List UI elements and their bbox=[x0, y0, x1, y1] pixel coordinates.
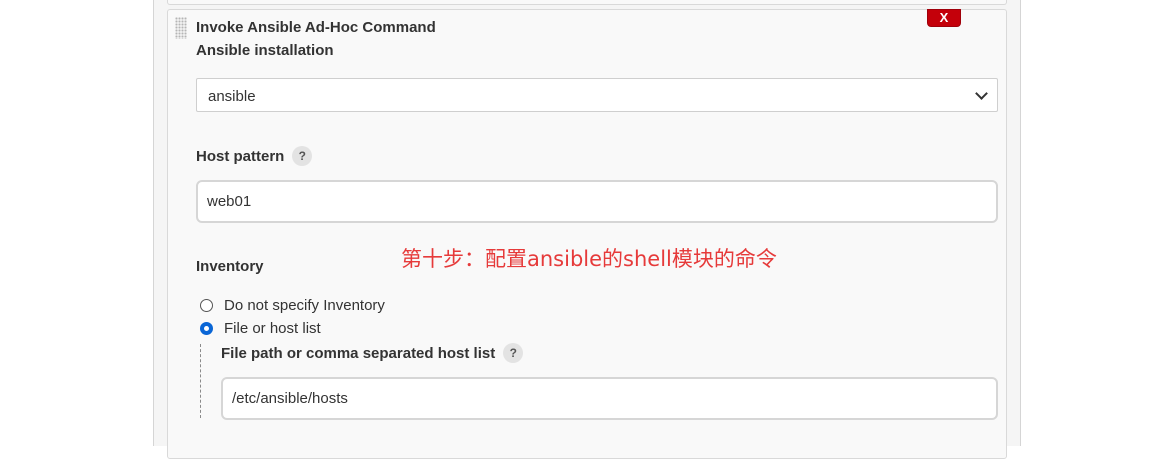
drag-handle-icon[interactable] bbox=[175, 17, 187, 39]
radio-button-checked[interactable] bbox=[200, 321, 213, 335]
host-pattern-label-row: Host pattern? bbox=[196, 146, 313, 166]
host-pattern-input[interactable] bbox=[196, 180, 998, 223]
ansible-installation-select[interactable]: ansible bbox=[196, 78, 998, 112]
help-icon[interactable]: ? bbox=[503, 343, 524, 363]
annotation-text: 第十步：配置ansible的shell模块的命令 bbox=[401, 247, 777, 271]
file-path-input[interactable] bbox=[221, 377, 998, 420]
help-icon[interactable]: ? bbox=[292, 146, 313, 166]
radio-label: File or host list bbox=[224, 319, 321, 337]
nested-section-border bbox=[200, 344, 201, 418]
step-title: Invoke Ansible Ad-Hoc Command bbox=[196, 19, 436, 36]
radio-button-unchecked[interactable] bbox=[200, 298, 213, 312]
radio-label: Do not specify Inventory bbox=[224, 296, 385, 314]
ansible-installation-label: Ansible installation bbox=[196, 42, 334, 59]
inventory-label: Inventory bbox=[196, 258, 264, 275]
delete-step-button[interactable]: X bbox=[927, 9, 961, 27]
previous-step-block bbox=[167, 0, 1007, 5]
file-path-label-row: File path or comma separated host list? bbox=[221, 343, 524, 363]
radio-option-file-or-host-list[interactable]: File or host list bbox=[200, 319, 321, 337]
radio-option-no-inventory[interactable]: Do not specify Inventory bbox=[200, 296, 385, 314]
file-path-label: File path or comma separated host list bbox=[221, 345, 496, 362]
host-pattern-label: Host pattern bbox=[196, 148, 285, 165]
ansible-installation-value: ansible bbox=[208, 88, 256, 105]
chevron-down-icon bbox=[975, 87, 988, 100]
